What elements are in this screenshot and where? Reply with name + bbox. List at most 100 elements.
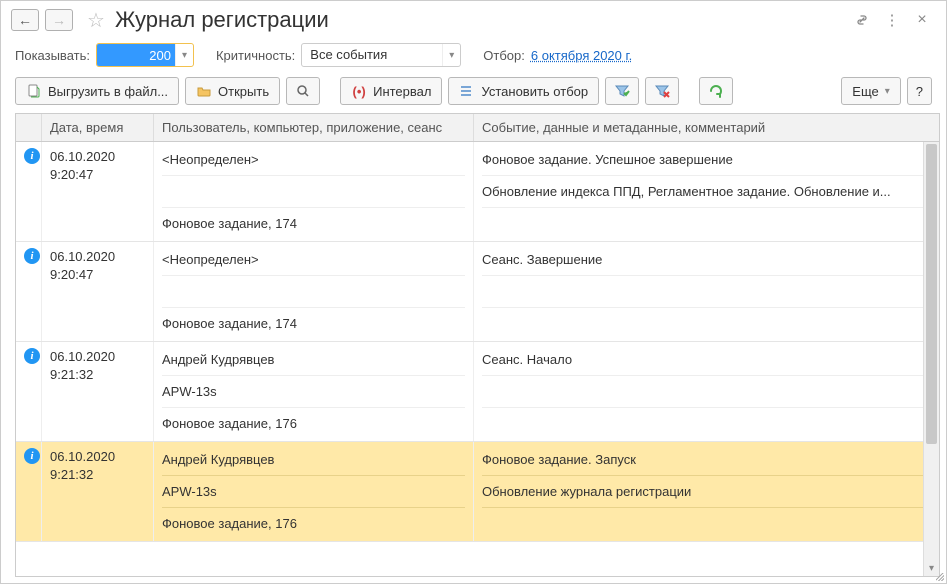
event-line: Сеанс. Начало bbox=[482, 348, 931, 371]
log-table: Дата, время Пользователь, компьютер, при… bbox=[15, 113, 940, 577]
row-event-cell: Фоновое задание. Успешное завершениеОбно… bbox=[474, 142, 939, 241]
col-header-date[interactable]: Дата, время bbox=[42, 114, 154, 141]
row-time: 9:21:32 bbox=[50, 366, 145, 384]
show-count-input[interactable]: 200 ▾ bbox=[96, 43, 194, 67]
refresh-icon bbox=[708, 83, 724, 99]
vertical-scrollbar[interactable]: ▾ bbox=[923, 142, 939, 576]
help-button[interactable]: ? bbox=[907, 77, 932, 105]
export-icon bbox=[26, 83, 42, 99]
user-line: APW-13s bbox=[162, 375, 465, 403]
row-user-cell: Андрей Кудрявцев APW-13s Фоновое задание, … bbox=[154, 342, 474, 441]
user-line: <Неопределен> bbox=[162, 148, 465, 171]
table-row[interactable]: i06.10.20209:20:47<Неопределен> Фоновое … bbox=[16, 242, 939, 342]
col-header-user[interactable]: Пользователь, компьютер, приложение, сеа… bbox=[154, 114, 474, 141]
criticality-value: Все события bbox=[302, 44, 442, 66]
event-line: Обновление журнала регистрации bbox=[482, 475, 931, 503]
open-button[interactable]: Открыть bbox=[185, 77, 280, 105]
user-line bbox=[162, 175, 465, 203]
table-row[interactable]: i06.10.20209:21:32 Андрей Кудрявцев APW-13… bbox=[16, 442, 939, 542]
row-info-cell: i bbox=[16, 242, 42, 341]
show-count-value[interactable]: 200 bbox=[97, 44, 175, 66]
apply-filter-button[interactable] bbox=[605, 77, 639, 105]
table-row[interactable]: i 06.10.20209:21:32 Андрей Кудрявцев APW-13… bbox=[16, 342, 939, 442]
search-button[interactable] bbox=[286, 77, 320, 105]
export-label: Выгрузить в файл... bbox=[48, 84, 168, 99]
arrow-right-icon: → bbox=[52, 12, 66, 28]
export-button[interactable]: Выгрузить в файл... bbox=[15, 77, 179, 105]
event-line bbox=[482, 375, 931, 403]
filter-list-icon bbox=[459, 83, 475, 99]
col-header-info bbox=[16, 114, 42, 141]
back-button[interactable]: ← bbox=[11, 9, 39, 31]
titlebar: ← → ☆ Журнал регистрации ⋮ × bbox=[1, 1, 946, 37]
user-line: Фоновое задание, 174 bbox=[162, 207, 465, 235]
open-label: Открыть bbox=[218, 84, 269, 99]
chevron-down-icon: ▾ bbox=[885, 86, 890, 97]
funnel-clear-icon bbox=[654, 83, 670, 99]
event-line bbox=[482, 275, 931, 303]
row-date: 06.10.2020 bbox=[50, 248, 145, 266]
table-header: Дата, время Пользователь, компьютер, при… bbox=[16, 114, 939, 142]
link-icon[interactable] bbox=[854, 12, 870, 28]
funnel-check-icon bbox=[614, 83, 630, 99]
window: ← → ☆ Журнал регистрации ⋮ × Показывать:… bbox=[0, 0, 947, 584]
interval-button[interactable]: (•) Интервал bbox=[340, 77, 442, 105]
event-line: Сеанс. Завершение bbox=[482, 248, 931, 271]
row-date: 06.10.2020 bbox=[50, 348, 145, 366]
event-line bbox=[482, 407, 931, 435]
event-line: Фоновое задание. Запуск bbox=[482, 448, 931, 471]
search-icon bbox=[295, 83, 311, 99]
row-event-cell: Сеанс. Завершение bbox=[474, 242, 939, 341]
favorite-star-icon[interactable]: ☆ bbox=[87, 8, 105, 33]
info-icon: i bbox=[24, 448, 40, 464]
row-info-cell: i bbox=[16, 342, 42, 441]
selection-label: Отбор: bbox=[483, 48, 525, 63]
row-event-cell: Сеанс. Начало bbox=[474, 342, 939, 441]
refresh-button[interactable] bbox=[699, 77, 733, 105]
row-time: 9:20:47 bbox=[50, 166, 145, 184]
criticality-label: Критичность: bbox=[216, 48, 295, 63]
more-label: Еще bbox=[852, 84, 878, 99]
criticality-dropdown-icon[interactable]: ▾ bbox=[442, 44, 460, 66]
info-icon: i bbox=[24, 248, 40, 264]
toolbar: Выгрузить в файл... Открыть (•) Интервал… bbox=[1, 73, 946, 113]
row-info-cell: i bbox=[16, 442, 42, 541]
table-body: i06.10.20209:20:47<Неопределен> Фоновое … bbox=[16, 142, 939, 576]
col-header-event[interactable]: Событие, данные и метаданные, комментари… bbox=[474, 114, 939, 141]
filter-bar: Показывать: 200 ▾ Критичность: Все событ… bbox=[1, 37, 946, 73]
event-line bbox=[482, 207, 931, 235]
resize-handle[interactable] bbox=[932, 569, 946, 583]
row-date-cell: 06.10.20209:20:47 bbox=[42, 242, 154, 341]
interval-icon: (•) bbox=[351, 83, 367, 99]
user-line: Андрей Кудрявцев bbox=[162, 348, 465, 371]
event-line bbox=[482, 507, 931, 535]
row-date: 06.10.2020 bbox=[50, 448, 145, 466]
user-line: Фоновое задание, 176 bbox=[162, 407, 465, 435]
show-label: Показывать: bbox=[15, 48, 90, 63]
set-filter-label: Установить отбор bbox=[481, 84, 588, 99]
info-icon: i bbox=[24, 148, 40, 164]
table-row[interactable]: i06.10.20209:20:47<Неопределен> Фоновое … bbox=[16, 142, 939, 242]
event-line: Обновление индекса ППД, Регламентное зад… bbox=[482, 175, 931, 203]
row-time: 9:20:47 bbox=[50, 266, 145, 284]
row-user-cell: <Неопределен> Фоновое задание, 174 bbox=[154, 242, 474, 341]
show-count-dropdown[interactable]: ▾ bbox=[175, 44, 193, 66]
selection-date-link[interactable]: 6 октября 2020 г. bbox=[531, 48, 632, 63]
set-filter-button[interactable]: Установить отбор bbox=[448, 77, 599, 105]
info-icon: i bbox=[24, 348, 40, 364]
interval-label: Интервал bbox=[373, 84, 431, 99]
row-info-cell: i bbox=[16, 142, 42, 241]
user-line: Фоновое задание, 176 bbox=[162, 507, 465, 535]
clear-filter-button[interactable] bbox=[645, 77, 679, 105]
row-event-cell: Фоновое задание. Запуск Обновление журнал… bbox=[474, 442, 939, 541]
more-button[interactable]: Еще ▾ bbox=[841, 77, 900, 105]
folder-open-icon bbox=[196, 83, 212, 99]
criticality-select[interactable]: Все события ▾ bbox=[301, 43, 461, 67]
row-date-cell: 06.10.20209:21:32 bbox=[42, 442, 154, 541]
user-line: Андрей Кудрявцев bbox=[162, 448, 465, 471]
user-line: APW-13s bbox=[162, 475, 465, 503]
scroll-thumb[interactable] bbox=[926, 144, 937, 444]
close-icon[interactable]: × bbox=[914, 12, 930, 28]
forward-button[interactable]: → bbox=[45, 9, 73, 31]
kebab-menu-icon[interactable]: ⋮ bbox=[884, 12, 900, 28]
